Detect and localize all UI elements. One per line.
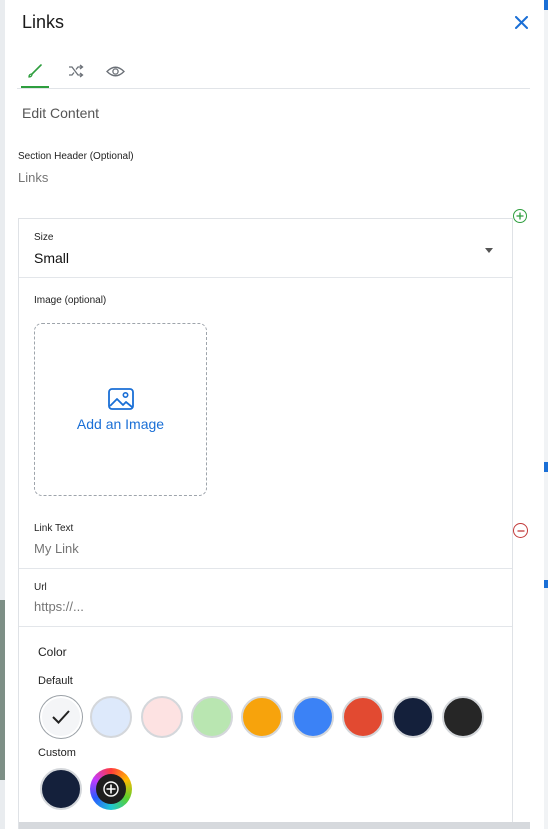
divider bbox=[19, 626, 512, 627]
background-link-marker bbox=[544, 0, 548, 10]
tab-logic[interactable] bbox=[62, 56, 90, 86]
plus-icon bbox=[516, 212, 524, 220]
image-label: Image (optional) bbox=[34, 295, 107, 306]
color-swatch[interactable] bbox=[40, 696, 82, 738]
background-link-marker bbox=[544, 580, 548, 588]
color-swatch[interactable] bbox=[442, 696, 485, 738]
url-input[interactable] bbox=[34, 599, 474, 614]
section-header-input[interactable] bbox=[18, 170, 498, 185]
close-button[interactable] bbox=[510, 11, 532, 33]
divider bbox=[19, 277, 512, 278]
color-swatch[interactable] bbox=[341, 696, 384, 738]
checkmark-icon bbox=[52, 710, 70, 724]
add-color-inner bbox=[96, 774, 127, 804]
color-swatch[interactable] bbox=[190, 696, 233, 738]
color-swatch[interactable] bbox=[140, 696, 183, 738]
custom-colors-label: Custom bbox=[38, 747, 76, 759]
remove-link-button[interactable] bbox=[513, 523, 528, 538]
link-text-input[interactable] bbox=[34, 541, 474, 556]
link-text-label: Link Text bbox=[34, 523, 74, 534]
link-item-card: Size Small Image (optional) Add an Image… bbox=[18, 218, 513, 829]
panel-tabs bbox=[17, 56, 530, 89]
plus-icon bbox=[103, 781, 119, 797]
size-select[interactable]: Size Small bbox=[19, 219, 512, 278]
panel-title: Links bbox=[22, 12, 65, 32]
section-title: Edit Content bbox=[22, 105, 100, 121]
tab-visibility[interactable] bbox=[101, 56, 129, 86]
brush-icon bbox=[28, 64, 42, 78]
links-editor-panel: Links Edit Content Section Header (Optio… bbox=[5, 0, 544, 829]
background-link-marker bbox=[544, 462, 548, 472]
size-label: Size bbox=[34, 232, 54, 243]
custom-color-swatch[interactable] bbox=[40, 768, 82, 810]
add-image-label: Add an Image bbox=[76, 415, 165, 432]
eye-icon bbox=[105, 66, 125, 76]
size-value: Small bbox=[34, 250, 70, 266]
panel-footer-bar bbox=[19, 822, 530, 829]
color-swatch[interactable] bbox=[291, 696, 334, 738]
background-page-right bbox=[544, 0, 548, 829]
add-image-button[interactable]: Add an Image bbox=[34, 323, 207, 496]
color-swatch[interactable] bbox=[241, 696, 284, 738]
color-swatch[interactable] bbox=[90, 696, 133, 738]
chevron-down-icon bbox=[485, 248, 493, 253]
url-label: Url bbox=[34, 582, 47, 593]
section-header-label: Section Header (Optional) bbox=[18, 151, 134, 162]
shuffle-icon bbox=[69, 64, 84, 78]
default-colors-label: Default bbox=[38, 675, 73, 687]
add-custom-color-button[interactable] bbox=[90, 768, 133, 810]
minus-icon bbox=[517, 529, 524, 532]
color-label: Color bbox=[38, 645, 67, 659]
add-link-button[interactable] bbox=[513, 209, 527, 223]
close-icon bbox=[514, 15, 528, 29]
tab-edit[interactable] bbox=[21, 56, 49, 88]
divider bbox=[19, 568, 512, 569]
color-swatch[interactable] bbox=[392, 696, 435, 738]
image-icon bbox=[107, 387, 134, 410]
